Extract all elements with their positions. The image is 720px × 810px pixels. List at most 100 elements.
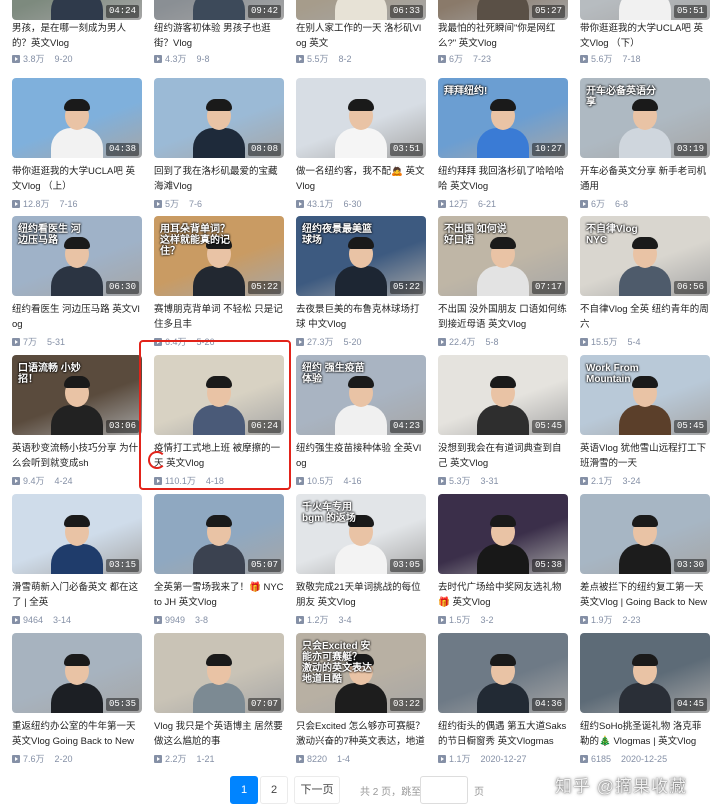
video-thumbnail[interactable]: 03:15: [12, 494, 142, 574]
view-count: 10.5万: [307, 476, 334, 486]
video-thumbnail[interactable]: 04:24: [12, 0, 142, 20]
view-count: 2.2万: [165, 754, 187, 764]
video-duration: 05:51: [673, 5, 707, 18]
video-title[interactable]: 差点被拦下的纽约复工第一天 英文Vlog | Going Back to New…: [580, 580, 710, 610]
video-title[interactable]: 纽约SoHo挑圣诞礼物 洛克菲勒的🎄 Vlogmas | 英文Vlog: [580, 719, 710, 749]
video-thumbnail[interactable]: 05:35: [12, 633, 142, 713]
video-thumbnail[interactable]: 05:51: [580, 0, 710, 20]
video-title[interactable]: 纽约看医生 河边压马路 英文Vlog: [12, 302, 142, 332]
video-thumbnail[interactable]: 05:45: [438, 355, 568, 435]
video-title[interactable]: 带你逛逛我的大学UCLA吧 英文Vlog （上）: [12, 164, 142, 194]
total-pages-text: 共 2 页，跳至: [360, 787, 422, 798]
publish-date: 8-2: [338, 54, 352, 64]
video-duration: 03:51: [389, 143, 423, 156]
video-title[interactable]: 致敬完成21天单词挑战的每位朋友 英文Vlog: [296, 580, 426, 610]
video-title[interactable]: Vlog 我只是个英语博主 居然要做这么尴尬的事: [154, 719, 284, 749]
video-thumbnail[interactable]: 09:42: [154, 0, 284, 20]
video-thumbnail[interactable]: 纽约夜景最美篮球场 05:22: [296, 216, 426, 296]
video-thumbnail[interactable]: 05:07: [154, 494, 284, 574]
next-page-button[interactable]: 下一页: [294, 776, 340, 804]
video-title[interactable]: 去夜景巨美的布鲁克林球场打球 中文Vlog: [296, 302, 426, 332]
publish-date: 3-4: [338, 615, 352, 625]
video-thumbnail[interactable]: 04:38: [12, 78, 142, 158]
video-title[interactable]: 疫情打工式地上班 被摩擦的一天 英文Vlog: [154, 441, 284, 471]
video-title[interactable]: 滑雪萌新入门必备英文 都在这了 | 全英: [12, 580, 142, 610]
publish-date: 6-21: [478, 199, 497, 209]
thumbnail-overlay-text: 纽约看医生 河边压马路: [18, 224, 81, 246]
video-thumbnail[interactable]: 只会Excited 安能亦可赛艇？ 激动的英文表达 地道且酷 03:22: [296, 633, 426, 713]
video-title[interactable]: 纽约游客初体验 男孩子也逛街？Vlog: [154, 21, 284, 51]
video-thumbnail[interactable]: 05:27: [438, 0, 568, 20]
play-count-icon: [580, 55, 588, 63]
video-thumbnail[interactable]: 08:08: [154, 78, 284, 158]
video-thumbnail[interactable]: 07:07: [154, 633, 284, 713]
view-count: 1.9万: [591, 615, 613, 625]
play-count-icon: [154, 477, 162, 485]
person-figure: [51, 237, 103, 296]
publish-date: 3-24: [622, 476, 641, 486]
video-title[interactable]: 不自律Vlog 全英 纽约青年的周六: [580, 302, 710, 332]
video-thumbnail[interactable]: 06:33: [296, 0, 426, 20]
play-count-icon: [580, 616, 588, 624]
video-title[interactable]: 带你逛逛我的大学UCLA吧 英文Vlog （下）: [580, 21, 710, 51]
view-count: 4.3万: [165, 54, 187, 64]
play-count-icon: [12, 200, 20, 208]
video-thumbnail[interactable]: 开车必备英语分享 03:19: [580, 78, 710, 158]
page-2-button[interactable]: 2: [260, 776, 288, 804]
video-thumbnail[interactable]: 04:45: [580, 633, 710, 713]
video-thumbnail[interactable]: 05:38: [438, 494, 568, 574]
video-duration: 04:45: [673, 698, 707, 711]
video-title[interactable]: 赛博朋克背单词 不轻松 只是记住多且丰: [154, 302, 284, 332]
video-title[interactable]: 我最怕的社死瞬间"你是网红么?" 英文Vlog: [438, 21, 568, 51]
video-thumbnail[interactable]: 03:30: [580, 494, 710, 574]
publish-date: 7-23: [473, 54, 492, 64]
video-thumbnail[interactable]: 不自律Vlog NYC 06:56: [580, 216, 710, 296]
video-duration: 04:24: [105, 5, 139, 18]
video-thumbnail[interactable]: 04:36: [438, 633, 568, 713]
publish-date: 9-20: [54, 54, 73, 64]
video-title[interactable]: 纽约街头的偶遇 第五大道Saks的节日橱窗秀 英文Vlogmas: [438, 719, 568, 749]
publish-date: 2020-12-27: [480, 754, 527, 764]
video-thumbnail[interactable]: 06:24: [154, 355, 284, 435]
video-title[interactable]: 不出国 没外国朋友 口语如何练到接近母语 英文Vlog: [438, 302, 568, 332]
thumbnail-overlay-text: 拜拜纽约!: [444, 86, 488, 97]
video-thumbnail[interactable]: 不出国 如何说好口语 07:17: [438, 216, 568, 296]
view-count: 1.1万: [449, 754, 471, 764]
video-duration: 05:45: [673, 420, 707, 433]
video-title[interactable]: 全英第一雪场我来了！🎁 NYC to JH 英文Vlog: [154, 580, 284, 610]
video-title[interactable]: 男孩，是在哪一刻成为男人的？英文Vlog: [12, 21, 142, 51]
video-title[interactable]: 英语Vlog 犹他雪山远程打工下班滑雪的一天: [580, 441, 710, 471]
person-figure: [51, 99, 103, 158]
video-meta: 7.6万 2-20: [12, 753, 142, 765]
video-thumbnail[interactable]: 03:51: [296, 78, 426, 158]
video-title[interactable]: 只会Excited 怎么够亦可赛艇？激动兴奋的7种英文表达，地道且酷 | 7: [296, 719, 426, 749]
video-thumbnail[interactable]: 口语流畅 小妙招！ 03:06: [12, 355, 142, 435]
video-title[interactable]: 开车必备英文分享 新手老司机通用: [580, 164, 710, 194]
video-thumbnail[interactable]: Work From Mountain 05:45: [580, 355, 710, 435]
video-title[interactable]: 纽约拜拜 我回洛杉矶了哈哈哈哈 英文Vlog: [438, 164, 568, 194]
page-1-button[interactable]: 1: [230, 776, 258, 804]
play-count-icon: [12, 477, 20, 485]
video-thumbnail[interactable]: 用耳朵背单词？这样就能真的记住？ 05:22: [154, 216, 284, 296]
video-title[interactable]: 去时代广场给中奖网友选礼物🎁 英文Vlog: [438, 580, 568, 610]
video-title[interactable]: 英语秒变流畅小技巧分享 为什么会听到就变成sh: [12, 441, 142, 471]
play-count-icon: [12, 55, 20, 63]
person-figure: [619, 0, 671, 20]
page-unit-text: 页: [474, 787, 484, 798]
person-figure: [477, 515, 529, 574]
video-thumbnail[interactable]: 拜拜纽约! 10:27: [438, 78, 568, 158]
jump-page-input[interactable]: [420, 776, 468, 804]
video-title[interactable]: 回到了我在洛杉矶最爱的宝藏海滩Vlog: [154, 164, 284, 194]
publish-date: 7-6: [189, 199, 203, 209]
video-title[interactable]: 纽约强生疫苗接种体验 全英Vlog: [296, 441, 426, 471]
video-title[interactable]: 在别人家工作的一天 洛杉矶Vlog 英文: [296, 21, 426, 51]
video-duration: 05:07: [247, 559, 281, 572]
video-thumbnail[interactable]: 千火车专用bgm 的返场 03:05: [296, 494, 426, 574]
publish-date: 5-20: [343, 337, 362, 347]
video-title[interactable]: 重返纽约办公室的牛年第一天 英文Vlog Going Back to New Y…: [12, 719, 142, 749]
video-thumbnail[interactable]: 纽约 强生疫苗体验 04:23: [296, 355, 426, 435]
video-title[interactable]: 做一名纽约客，我不配🙇 英文Vlog: [296, 164, 426, 194]
video-thumbnail[interactable]: 纽约看医生 河边压马路 06:30: [12, 216, 142, 296]
video-title[interactable]: 没想到我会在有道词典查到自己 英文Vlog: [438, 441, 568, 471]
video-meta: 6.4万 5-26: [154, 336, 284, 348]
